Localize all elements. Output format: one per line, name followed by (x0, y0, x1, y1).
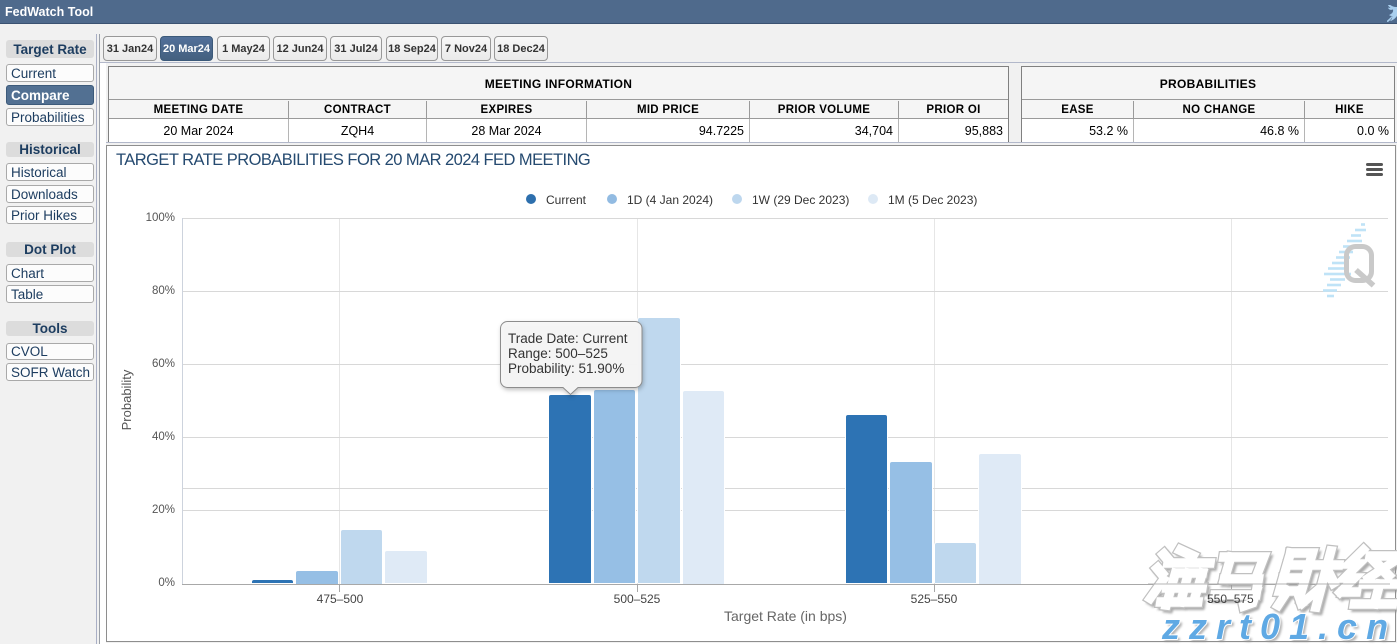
svg-text:550–575: 550–575 (1207, 592, 1254, 606)
svg-text:zzrt01.cn: zzrt01.cn (1161, 606, 1397, 644)
